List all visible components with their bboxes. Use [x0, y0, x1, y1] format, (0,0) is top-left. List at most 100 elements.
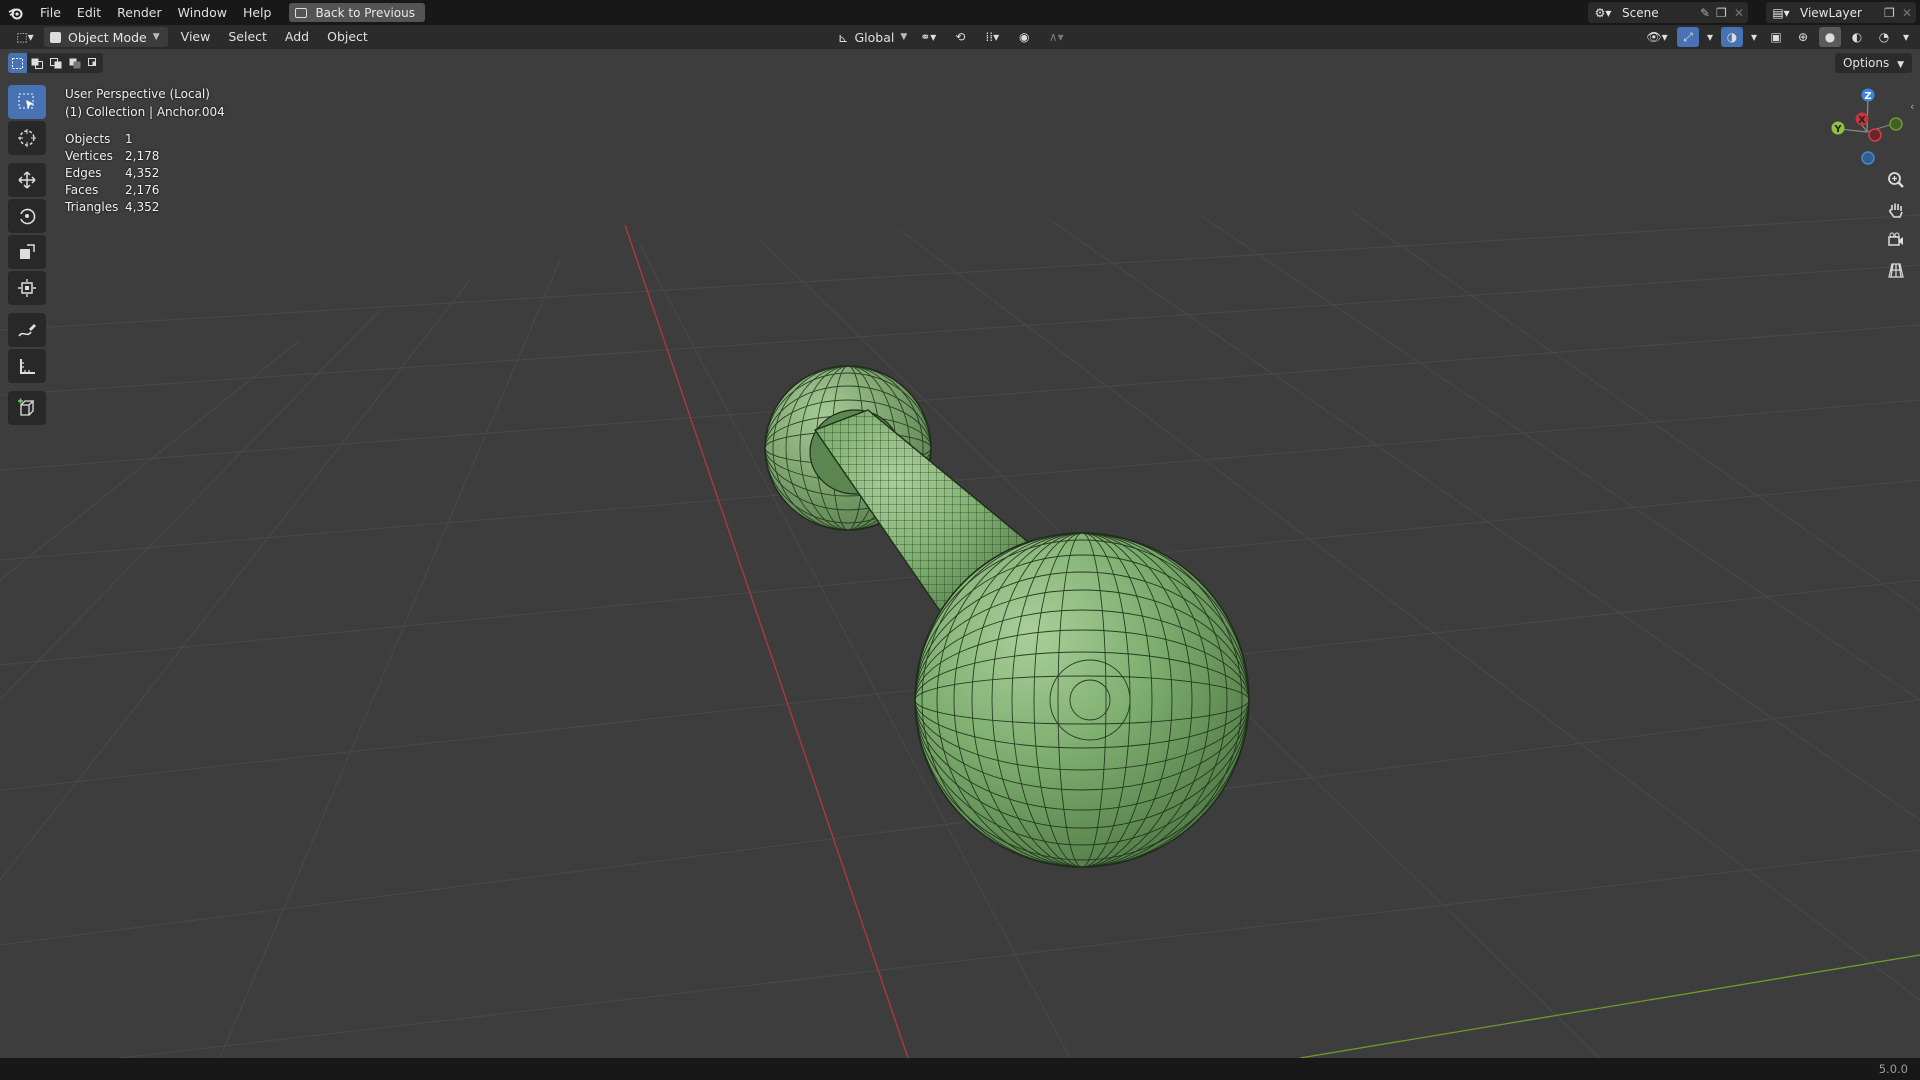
scene-icon: ⚙▾ — [1594, 5, 1612, 20]
select-subtract-icon[interactable] — [46, 53, 65, 73]
stat-label: Vertices — [65, 149, 113, 163]
snap-toggle-icon[interactable]: ⟲ — [949, 27, 971, 47]
view-layer-icon: ▤▾ — [1772, 5, 1790, 20]
collapse-sidebar-icon[interactable]: ‹ — [1910, 100, 1914, 113]
transform-orientation-label: Global — [854, 29, 895, 45]
view-layer-name: ViewLayer — [1800, 5, 1862, 20]
stat-value: 2,178 — [125, 149, 160, 163]
overlays-toggle-icon[interactable]: ◑ — [1721, 27, 1743, 47]
snap-target-icon[interactable]: ⁞⁞▾ — [977, 27, 1007, 47]
material-shading-icon[interactable]: ◐ — [1846, 27, 1868, 47]
select-new-icon[interactable] — [8, 53, 27, 73]
viewport-canvas[interactable] — [0, 49, 1920, 1058]
view-name: User Perspective (Local) — [65, 87, 210, 101]
xray-toggle-icon[interactable]: ▣ — [1765, 27, 1787, 47]
screen-icon — [295, 7, 308, 18]
camera-view-icon[interactable] — [1881, 228, 1911, 252]
chevron-down-icon: ▼ — [1897, 60, 1904, 70]
menu-edit[interactable]: Edit — [69, 0, 109, 25]
select-intersect-icon[interactable] — [84, 53, 103, 73]
close-scene-icon[interactable]: ✕ — [1734, 6, 1748, 20]
y-axis-line — [1299, 954, 1920, 1058]
menu-help[interactable]: Help — [235, 0, 280, 25]
editor-type-icon[interactable]: ⬚▾ — [10, 27, 40, 47]
rendered-shading-icon[interactable]: ◔ — [1873, 27, 1895, 47]
menu-select[interactable]: Select — [219, 25, 276, 49]
menu-file[interactable]: File — [32, 0, 69, 25]
scene-selector[interactable]: ⚙▾ Scene ✎ ❐ ✕ — [1588, 2, 1748, 23]
z-axis-label: Z — [1864, 91, 1871, 102]
transform-orientation-dropdown[interactable]: ⊾ Global ▼ — [838, 30, 907, 45]
viewport-nav-buttons — [1881, 168, 1911, 282]
pivot-point-icon[interactable]: ⚭▾ — [913, 27, 943, 47]
orientation-icon: ⊾ — [838, 29, 849, 45]
stat-row: Objects 1 — [65, 131, 225, 148]
close-view-layer-icon[interactable]: ✕ — [1902, 6, 1916, 20]
transform-tools: ⊾ Global ▼ ⚭▾ ⟲ ⁞⁞▾ ◉ ∧▾ — [838, 25, 1071, 49]
blender-logo-icon[interactable] — [6, 3, 26, 23]
pin-icon[interactable]: ✎ — [1700, 6, 1716, 20]
scene-name: Scene — [1622, 5, 1659, 20]
stat-label: Faces — [65, 183, 99, 197]
cursor-icon[interactable] — [8, 121, 46, 155]
options-dropdown[interactable]: Options ▼ — [1834, 53, 1912, 73]
version-label: 5.0.0 — [1878, 1062, 1908, 1076]
back-to-previous-label: Back to Previous — [315, 5, 415, 20]
navigation-gizmo[interactable]: X Y Z — [1820, 85, 1910, 165]
object-mode-icon — [50, 31, 61, 43]
neg-z-axis-handle — [1861, 151, 1875, 165]
anchor-mesh[interactable] — [764, 365, 1250, 868]
menu-view[interactable]: View — [172, 25, 220, 49]
viewport-header: ⬚▾ Object Mode ▼ View Select Add Object … — [0, 25, 1920, 49]
annotate-icon[interactable] — [8, 313, 46, 347]
measure-icon[interactable] — [8, 349, 46, 383]
viewport-info-overlay: User Perspective (Local) (1) Collection … — [65, 85, 225, 216]
visibility-icon[interactable]: 👁▾ — [1642, 27, 1672, 47]
menu-add[interactable]: Add — [276, 25, 318, 49]
y-axis-label: Y — [1833, 124, 1842, 135]
rotate-icon[interactable] — [8, 199, 46, 233]
stat-row: Triangles 4,352 — [65, 199, 225, 216]
new-scene-icon[interactable]: ❐ — [1716, 6, 1734, 20]
top-menu-bar: File Edit Render Window Help Back to Pre… — [0, 0, 1920, 25]
view-layer-selector[interactable]: ▤▾ ViewLayer ❐ ✕ — [1766, 2, 1916, 23]
stat-value: 1 — [125, 132, 133, 146]
solid-shading-icon[interactable]: ● — [1819, 27, 1841, 47]
collection-line: (1) Collection | Anchor.004 — [65, 105, 225, 119]
chevron-down-icon: ▼ — [900, 32, 908, 42]
zoom-icon[interactable] — [1881, 168, 1911, 192]
overlays-dropdown-icon[interactable]: ▾ — [1748, 27, 1760, 47]
stat-value: 4,352 — [125, 166, 160, 180]
neg-x-axis-handle — [1868, 128, 1882, 142]
menu-object[interactable]: Object — [318, 25, 377, 49]
back-to-previous-button[interactable]: Back to Previous — [289, 3, 425, 22]
move-icon[interactable] — [8, 163, 46, 197]
proportional-editing-icon[interactable]: ◉ — [1013, 27, 1035, 47]
pan-hand-icon[interactable] — [1881, 198, 1911, 222]
menu-window[interactable]: Window — [170, 0, 235, 25]
menu-render[interactable]: Render — [109, 0, 170, 25]
transform-icon[interactable] — [8, 271, 46, 305]
falloff-icon[interactable]: ∧▾ — [1041, 27, 1071, 47]
add-cube-icon[interactable] — [8, 391, 46, 425]
stat-row: Edges 4,352 — [65, 165, 225, 182]
object-mode-dropdown[interactable]: Object Mode ▼ — [44, 27, 168, 47]
wireframe-shading-icon[interactable]: ⊕ — [1792, 27, 1814, 47]
select-extend-icon[interactable] — [27, 53, 46, 73]
new-view-layer-icon[interactable]: ❐ — [1884, 6, 1902, 20]
gizmo-dropdown-icon[interactable]: ▾ — [1704, 27, 1716, 47]
stat-label: Edges — [65, 166, 102, 180]
options-label: Options — [1842, 56, 1890, 70]
perspective-toggle-icon[interactable] — [1881, 258, 1911, 282]
gizmo-toggle-icon[interactable]: ⤢ — [1677, 27, 1699, 47]
select-invert-icon[interactable] — [65, 53, 84, 73]
shading-dropdown-icon[interactable]: ▾ — [1900, 27, 1912, 47]
x-axis-line — [624, 224, 909, 1058]
scene-statistics: Objects 1 Vertices 2,178 Edges 4,352 Faces 2… — [65, 131, 225, 216]
select-box-icon[interactable] — [8, 85, 46, 119]
scale-icon[interactable] — [8, 235, 46, 269]
viewport-shading-tools: 👁▾ ⤢ ▾ ◑ ▾ ▣ ⊕ ● ◐ ◔ ▾ — [1642, 25, 1920, 49]
stat-label: Objects — [65, 132, 111, 146]
selection-mode-buttons — [8, 53, 103, 73]
status-bar: 5.0.0 — [0, 1058, 1920, 1080]
